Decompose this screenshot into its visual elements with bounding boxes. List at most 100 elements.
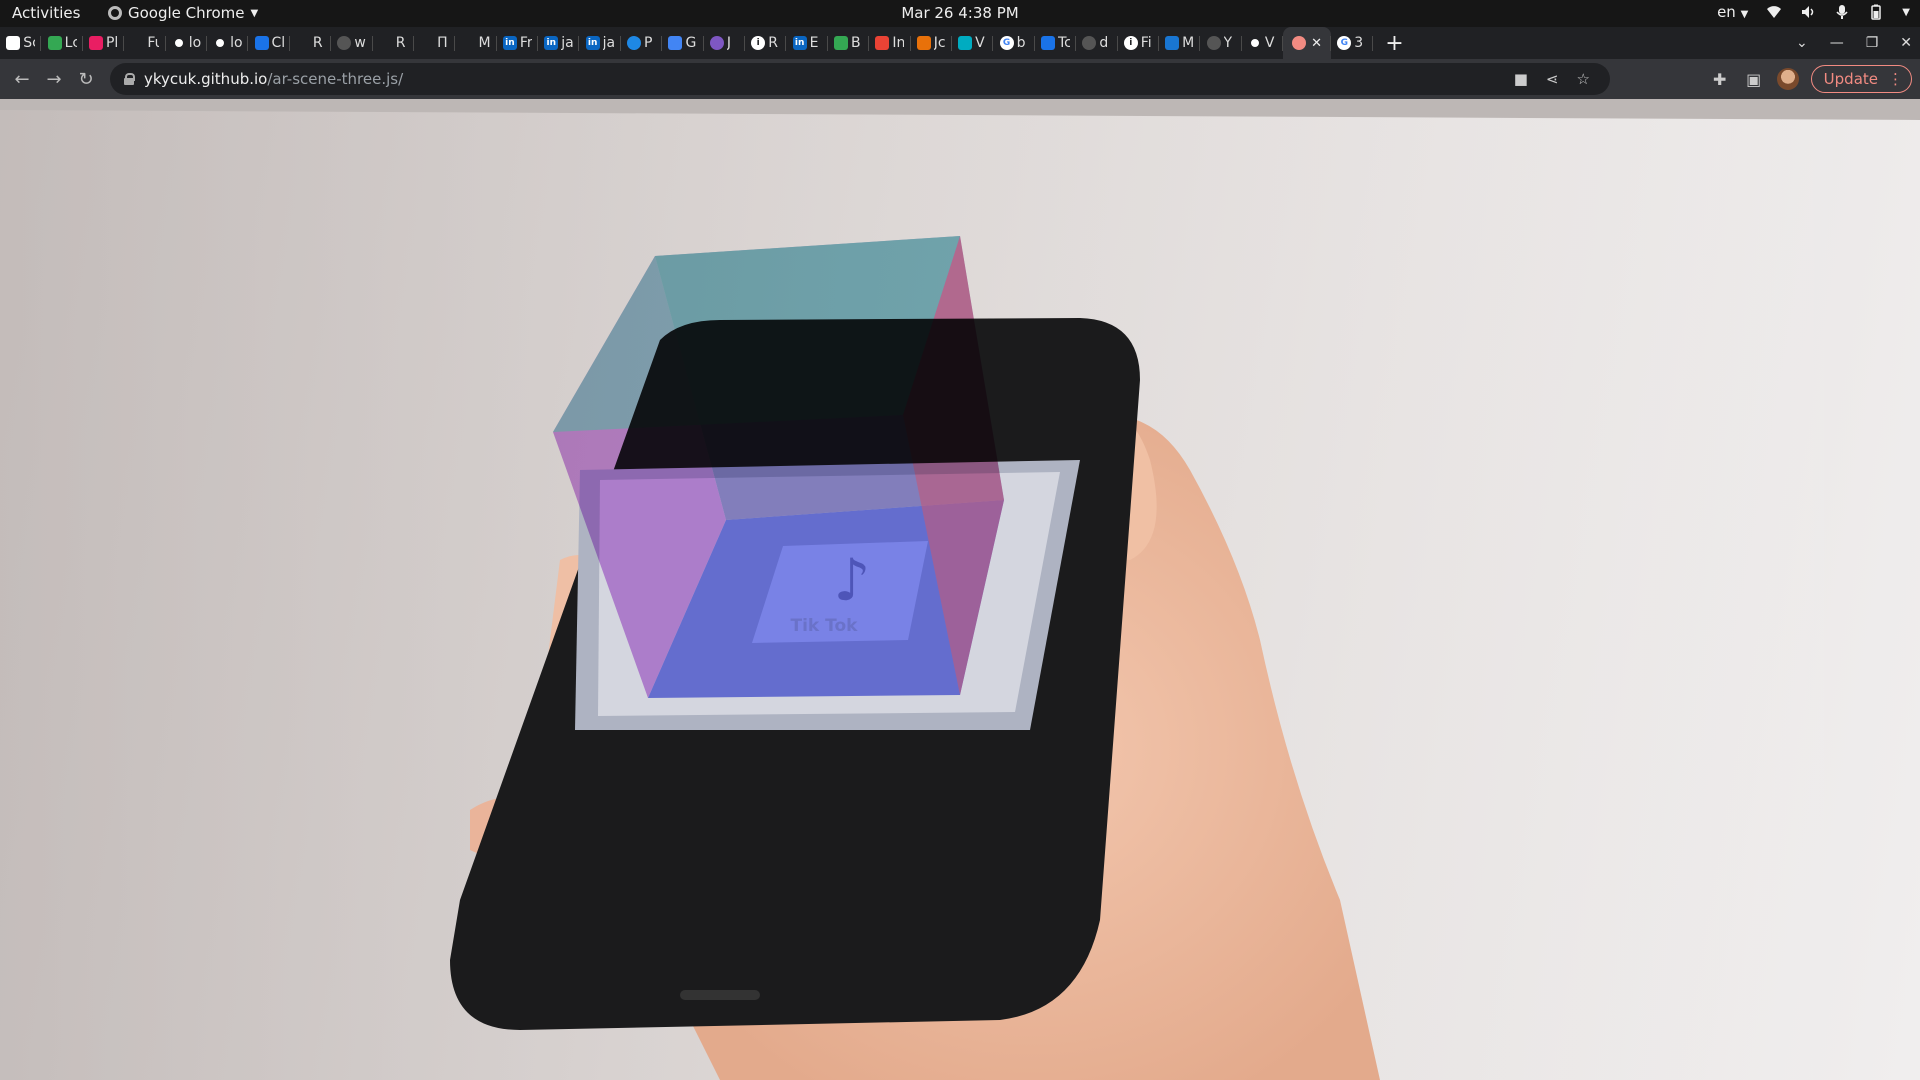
clock[interactable]: Mar 26 4:38 PM [0, 4, 1920, 22]
github-icon [337, 36, 352, 50]
toolbar-right: ✚ ▣ Update ⋮ [1709, 59, 1920, 99]
app-icon [958, 36, 973, 50]
tab-title: Jc [933, 35, 946, 51]
tab[interactable]: Gb [993, 27, 1035, 59]
tab-title: G [685, 35, 697, 51]
linkedin-icon: in [502, 36, 517, 50]
microphone-icon [1836, 5, 1848, 19]
tab[interactable]: w [331, 27, 373, 59]
tab[interactable]: Cl [248, 27, 290, 59]
marker-logo-icon: ♪ [833, 546, 870, 614]
circle-icon [627, 36, 642, 50]
google-icon: G [999, 36, 1014, 50]
tab[interactable]: in E [786, 27, 828, 59]
omnibox-actions: ■ ⋖ ☆ [1514, 63, 1590, 95]
tab-title: E [809, 35, 819, 51]
forward-button[interactable]: → [38, 63, 70, 95]
tab-title: d [1099, 35, 1109, 51]
tab[interactable]: i Fi [1118, 27, 1159, 59]
lock-icon[interactable] [124, 73, 135, 85]
phone-port [680, 990, 760, 1000]
linkedin-icon: in [544, 36, 559, 50]
linkedin-icon: in [585, 36, 600, 50]
tab[interactable]: Tc [1035, 27, 1077, 59]
tab[interactable]: J [704, 27, 746, 59]
language-label: en [1717, 3, 1736, 21]
tab[interactable]: П [414, 27, 456, 59]
extensions-puzzle-icon[interactable]: ✚ [1709, 70, 1731, 89]
translate-icon [668, 36, 683, 50]
tab[interactable]: in ja [538, 27, 580, 59]
tab[interactable]: B [828, 27, 870, 59]
chevron-down-icon: ▼ [1740, 9, 1749, 20]
tab[interactable]: G3 [1331, 27, 1373, 59]
tab[interactable]: Sc [0, 27, 42, 59]
tab-active[interactable]: ✕ [1283, 27, 1332, 59]
tab-strip: ScLcPlFuloloClRwRПMinFrinjainjaPGJiRinEB… [0, 27, 1920, 59]
app-icon [1165, 36, 1180, 50]
tab[interactable]: iR [745, 27, 787, 59]
tab[interactable]: P [621, 27, 663, 59]
minimize-button[interactable]: — [1830, 35, 1844, 51]
update-button[interactable]: Update ⋮ [1810, 65, 1912, 93]
github-icon [1082, 36, 1097, 50]
tab[interactable]: M [455, 27, 497, 59]
system-tray[interactable]: en ▼ ▼ [1717, 3, 1910, 21]
tab-title: Fu [147, 35, 160, 51]
generic-icon [420, 36, 435, 50]
info-icon: i [751, 36, 766, 50]
side-panel-icon[interactable]: ▣ [1743, 70, 1765, 89]
tab[interactable]: R [373, 27, 414, 59]
tab[interactable]: Y [1200, 27, 1242, 59]
tab[interactable]: d [1076, 27, 1118, 59]
profile-avatar[interactable] [1776, 68, 1799, 90]
close-tab-icon[interactable]: ✕ [1311, 36, 1322, 51]
google-icon: G [1337, 36, 1352, 50]
tab-title: R [312, 35, 323, 51]
tab[interactable]: Pl [83, 27, 125, 59]
ar-scene: ♪ Tik Tok [0, 99, 1920, 1080]
tab[interactable]: in ja [579, 27, 621, 59]
chart-icon [254, 36, 269, 50]
tab-title: In [892, 35, 905, 51]
tab[interactable]: lo [166, 27, 207, 59]
tab-title: R [395, 35, 406, 51]
tab[interactable]: R [290, 27, 332, 59]
tab-title: R [768, 35, 778, 51]
tab-search-chevron-icon[interactable]: ⌄ [1796, 35, 1808, 51]
close-window-button[interactable]: ✕ [1900, 35, 1912, 51]
tab[interactable]: G [662, 27, 704, 59]
system-menu-chevron-icon: ▼ [1902, 6, 1910, 18]
tab-title: 3 [1354, 35, 1364, 51]
tab[interactable]: M [1159, 27, 1201, 59]
tab[interactable]: in Fr [497, 27, 539, 59]
tab[interactable]: lo [207, 27, 249, 59]
tab-title: Fi [1140, 35, 1152, 51]
restore-button[interactable]: ❐ [1866, 35, 1879, 51]
back-button[interactable]: ← [6, 63, 38, 95]
bookmark-star-icon[interactable]: ☆ [1577, 70, 1590, 88]
browser-toolbar: ← → ↻ ykycuk.github.io/ar-scene-three.js… [0, 59, 1920, 99]
new-tab-button[interactable]: + [1379, 27, 1411, 59]
camera-in-use-icon[interactable]: ■ [1514, 70, 1528, 88]
reload-button[interactable]: ↻ [70, 63, 102, 95]
tab[interactable]: V [1242, 27, 1284, 59]
github-icon [213, 36, 228, 50]
ar-camera-canvas[interactable]: ♪ Tik Tok [0, 99, 1920, 1080]
linkedin-icon: in [792, 36, 807, 50]
system-top-bar: Activities Google Chrome ▼ Mar 26 4:38 P… [0, 0, 1920, 27]
generic-icon [295, 36, 310, 50]
tab[interactable]: V [952, 27, 994, 59]
tab-title: lo [188, 35, 201, 51]
window-controls: ⌄ — ❐ ✕ [1796, 27, 1912, 59]
tab[interactable]: Lc [41, 27, 83, 59]
tab[interactable]: In [869, 27, 911, 59]
address-bar[interactable]: ykycuk.github.io/ar-scene-three.js/ ■ ⋖ … [110, 63, 1610, 95]
tab[interactable]: Jc [911, 27, 952, 59]
github-icon [1206, 36, 1221, 50]
share-icon[interactable]: ⋖ [1546, 70, 1559, 88]
language-indicator[interactable]: en ▼ [1717, 3, 1748, 21]
tab[interactable]: Fu [124, 27, 166, 59]
url-host: ykycuk.github.io [144, 70, 268, 88]
tab-title: Sc [23, 35, 35, 51]
